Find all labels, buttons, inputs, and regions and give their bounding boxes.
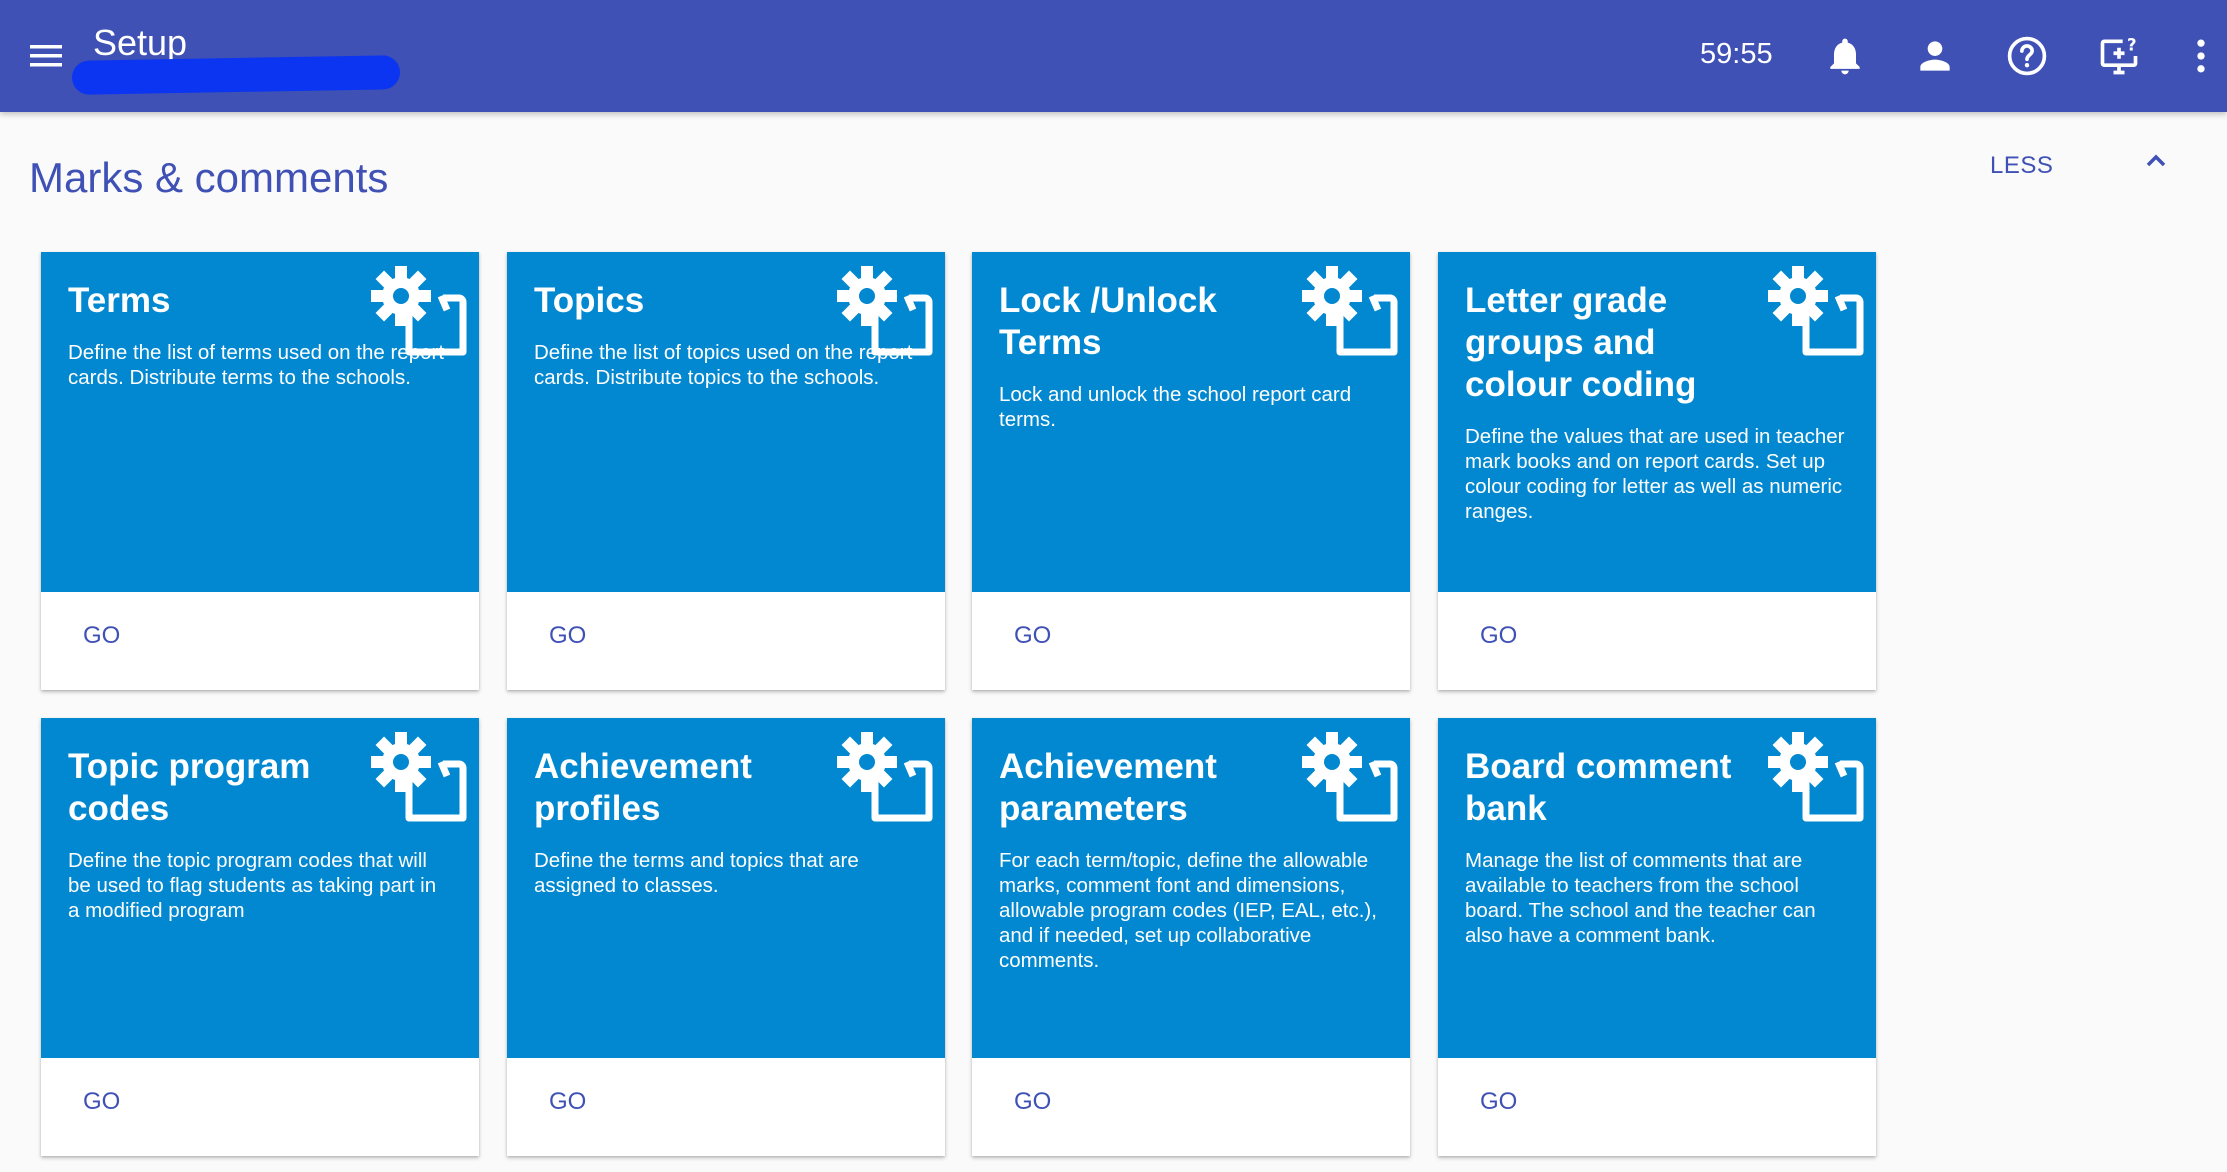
bell-icon[interactable]: [1823, 34, 1867, 78]
card-description: Lock and unlock the school report card t…: [999, 383, 1352, 431]
go-button[interactable]: GO: [1480, 622, 1517, 650]
card-4: Letter grade groups and colour coding De…: [1438, 252, 1876, 690]
go-button[interactable]: GO: [83, 622, 120, 650]
card-header: Letter grade groups and colour coding De…: [1438, 252, 1876, 592]
card-description: For each term/topic, define the allowabl…: [999, 849, 1377, 972]
card-3: Lock /Unlock Terms Lock and unlock the s…: [972, 252, 1410, 690]
card-title: Terms: [68, 281, 171, 320]
card-title: Achievement parameters: [999, 747, 1217, 828]
app-bar: Setup 59:55 ?: [0, 0, 2227, 112]
settings-applications-icon: [1768, 730, 1864, 826]
go-button[interactable]: GO: [549, 1088, 586, 1116]
go-button[interactable]: GO: [1480, 1088, 1517, 1116]
card-header: Topics Define the list of topics used on…: [507, 252, 945, 592]
menu-icon[interactable]: [28, 40, 68, 72]
card-description: Manage the list of comments that are ava…: [1465, 849, 1816, 947]
card-header: Achievement parameters For each term/top…: [972, 718, 1410, 1058]
card-header: Terms Define the list of terms used on t…: [41, 252, 479, 592]
settings-applications-icon: [837, 730, 933, 826]
go-button[interactable]: GO: [83, 1088, 120, 1116]
go-button[interactable]: GO: [1014, 1088, 1051, 1116]
settings-applications-icon: [1302, 264, 1398, 360]
card-header: Topic program codes Define the topic pro…: [41, 718, 479, 1058]
card-description: Define the terms and topics that are ass…: [534, 849, 859, 897]
card-description: Define the values that are used in teach…: [1465, 425, 1845, 523]
settings-applications-icon: [1302, 730, 1398, 826]
card-title: Letter grade groups and colour coding: [1465, 281, 1697, 404]
person-icon[interactable]: [1913, 34, 1957, 78]
chevron-up-icon[interactable]: [2140, 145, 2172, 177]
card-title: Topics: [534, 281, 645, 320]
card-description: Define the list of terms used on the rep…: [68, 341, 445, 389]
card-8: Board comment bank Manage the list of co…: [1438, 718, 1876, 1156]
settings-applications-icon: [371, 730, 467, 826]
card-6: Achievement profiles Define the terms an…: [507, 718, 945, 1156]
card-header: Lock /Unlock Terms Lock and unlock the s…: [972, 252, 1410, 592]
go-button[interactable]: GO: [549, 622, 586, 650]
card-2: Topics Define the list of topics used on…: [507, 252, 945, 690]
card-title: Board comment bank: [1465, 747, 1732, 828]
card-header: Board comment bank Manage the list of co…: [1438, 718, 1876, 1058]
card-title: Achievement profiles: [534, 747, 752, 828]
page-title: Setup: [93, 22, 188, 63]
card-description: Define the list of topics used on the re…: [534, 341, 913, 389]
redaction-mark: [71, 55, 401, 95]
card-header: Achievement profiles Define the terms an…: [507, 718, 945, 1058]
session-timer: 59:55: [1700, 38, 1773, 70]
go-button[interactable]: GO: [1014, 622, 1051, 650]
settings-applications-icon: [1768, 264, 1864, 360]
card-description: Define the topic program codes that will…: [68, 849, 437, 922]
svg-text:?: ?: [2127, 36, 2137, 55]
card-1: Terms Define the list of terms used on t…: [41, 252, 479, 690]
more-vert-icon[interactable]: [2186, 34, 2216, 78]
screen-help-icon[interactable]: ?: [2097, 34, 2141, 78]
card-5: Topic program codes Define the topic pro…: [41, 718, 479, 1156]
card-title: Lock /Unlock Terms: [999, 281, 1217, 362]
less-toggle-button[interactable]: LESS: [1990, 152, 2053, 180]
section-title: Marks & comments: [29, 154, 389, 201]
help-icon[interactable]: [2005, 34, 2049, 78]
card-7: Achievement parameters For each term/top…: [972, 718, 1410, 1156]
card-title: Topic program codes: [68, 747, 311, 828]
